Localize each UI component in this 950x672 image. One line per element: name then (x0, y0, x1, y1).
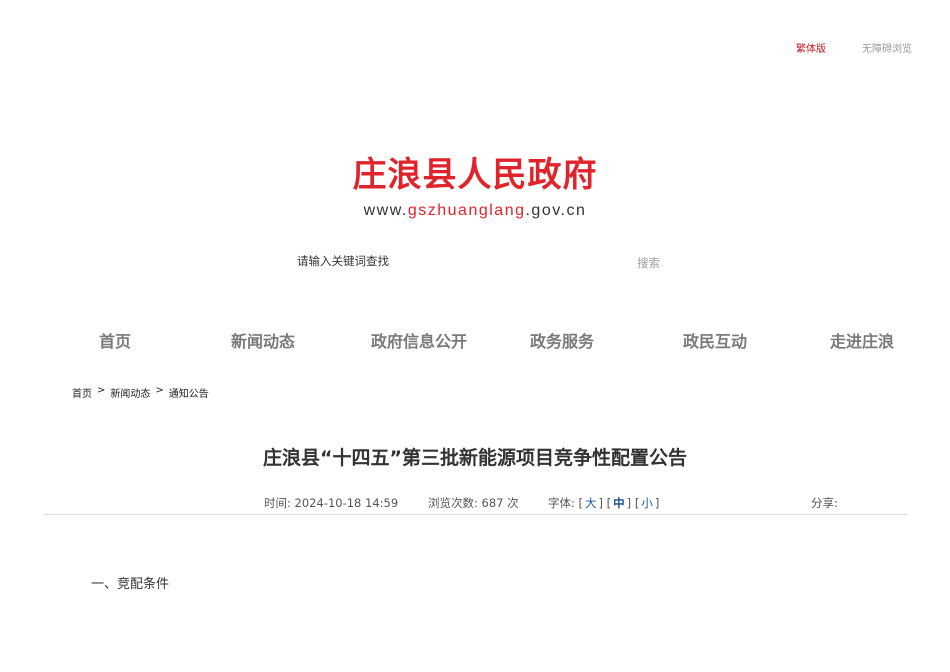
nav-item-news[interactable]: 新闻动态 (231, 328, 295, 352)
breadcrumb-news[interactable]: 新闻动态 (110, 385, 150, 400)
article-title: 庄浪县“十四五”第三批新能源项目竞争性配置公告 (263, 447, 687, 469)
site-url: www.gszhuanglang.gov.cn (0, 202, 950, 220)
nav-item-services[interactable]: 政务服务 (530, 328, 594, 352)
publish-time-label: 时间: (264, 496, 291, 510)
search-bar: 搜索 (0, 254, 950, 272)
breadcrumb-separator: > (97, 385, 106, 396)
top-links: 繁体版 无障碍浏览 (796, 40, 912, 55)
share-label: 分享: (811, 496, 838, 510)
breadcrumb-home[interactable]: 首页 (72, 385, 92, 400)
search-input[interactable] (297, 254, 597, 268)
site-logo[interactable]: 庄浪县人民政府 www.gszhuanglang.gov.cn (0, 152, 950, 220)
search-button[interactable]: 搜索 (637, 255, 660, 271)
publish-time-value: 2024-10-18 14:59 (294, 496, 399, 510)
main-nav: 首页 新闻动态 政府信息公开 政务服务 政民互动 走进庄浪 (0, 328, 950, 354)
site-url-suffix: .gov.cn (525, 202, 587, 219)
font-size-medium-button[interactable]: 中 (611, 496, 627, 510)
breadcrumb: 首页 > 新闻动态 > 通知公告 (72, 385, 209, 400)
font-size-control: 字体: [大] [中] [小] (548, 496, 660, 510)
view-count-label: 浏览次数: (428, 496, 478, 510)
font-size-small-button[interactable]: 小 (639, 496, 655, 510)
site-title: 庄浪县人民政府 (352, 155, 598, 195)
nav-item-gov-info[interactable]: 政府信息公开 (371, 328, 467, 352)
section-heading: 一、竞配条件 (91, 577, 170, 592)
traditional-chinese-link[interactable]: 繁体版 (796, 40, 826, 55)
publish-time: 时间: 2024-10-18 14:59 (264, 495, 398, 511)
accessibility-link[interactable]: 无障碍浏览 (862, 40, 912, 55)
site-url-domain: gszhuanglang (407, 202, 526, 219)
nav-item-home[interactable]: 首页 (99, 328, 131, 352)
breadcrumb-separator: > (155, 385, 164, 396)
view-count: 浏览次数: 687 次 (428, 495, 519, 511)
nav-item-about[interactable]: 走进庄浪 (830, 328, 894, 352)
breadcrumb-notices[interactable]: 通知公告 (169, 385, 209, 400)
font-size-large-button[interactable]: 大 (583, 496, 599, 510)
nav-item-interaction[interactable]: 政民互动 (683, 328, 747, 352)
font-size-label: 字体: (548, 496, 575, 510)
article-meta: 时间: 2024-10-18 14:59 浏览次数: 687 次 字体: [大]… (0, 495, 950, 511)
view-count-value: 687 次 (481, 496, 519, 510)
title-divider (43, 514, 908, 515)
site-url-prefix: www. (363, 202, 408, 219)
